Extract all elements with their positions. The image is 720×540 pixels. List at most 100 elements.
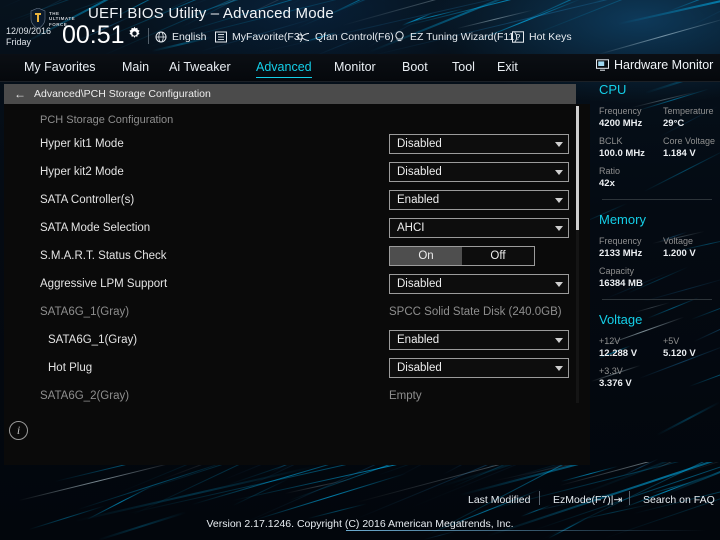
- settings-row: SATA6G_1(Gray) SPCC Solid State Disk (240…: [4, 298, 590, 326]
- system-clock: 00:51: [62, 21, 125, 49]
- hardware-monitor-field-key: Ratio: [599, 166, 621, 176]
- bios-screen: THE ULTIMATE FORCE UEFI BIOS Utility – A…: [0, 0, 720, 540]
- hardware-monitor-field-value: 1.184 V: [663, 148, 696, 159]
- settings-row-value: Empty: [389, 390, 422, 402]
- settings-row-label: SATA Controller(s): [40, 194, 135, 206]
- hardware-monitor-panel: Hardware Monitor CPU Frequency 4200 MHz Tem…: [592, 54, 720, 490]
- settings-row-label: SATA6G_1(Gray): [40, 306, 130, 318]
- hardware-monitor-field-key: Core Voltage: [663, 136, 716, 146]
- back-arrow-icon[interactable]: ←: [14, 88, 26, 100]
- language-label: English: [172, 31, 207, 43]
- settings-toggle-option[interactable]: On: [390, 247, 462, 265]
- section-title: PCH Storage Configuration: [40, 114, 174, 126]
- hardware-monitor-header: Hardware Monitor: [596, 58, 713, 72]
- settings-dropdown[interactable]: AHCI: [389, 218, 569, 238]
- exit-arrow-icon: |⇥: [610, 494, 623, 506]
- chevron-down-icon: [555, 337, 563, 343]
- help-pane: [4, 403, 590, 465]
- settings-dropdown[interactable]: Disabled: [389, 274, 569, 294]
- weekday-value: Friday: [6, 37, 32, 47]
- settings-row: S.M.A.R.T. Status Check On Off: [4, 242, 590, 270]
- hardware-monitor-field-value: 100.0 MHz: [599, 148, 645, 159]
- tab-monitor[interactable]: Monitor: [334, 60, 376, 75]
- hardware-monitor-divider: [602, 299, 712, 300]
- breadcrumb[interactable]: ← Advanced\PCH Storage Configuration: [4, 84, 576, 104]
- tab-advanced[interactable]: Advanced: [256, 60, 312, 78]
- settings-row-label: SATA6G_1(Gray): [48, 334, 138, 346]
- language-menu[interactable]: English: [155, 31, 206, 43]
- footer-accent-line: [346, 530, 706, 531]
- hardware-monitor-field-value: 4200 MHz: [599, 118, 643, 129]
- search-on-faq-button[interactable]: Search on FAQ: [643, 494, 715, 506]
- tab-tool[interactable]: Tool: [452, 60, 475, 75]
- last-modified-button[interactable]: Last Modified: [468, 494, 530, 506]
- settings-dropdown-value: Disabled: [397, 362, 442, 374]
- ezmode-button[interactable]: EzMode(F7)|⇥: [553, 494, 622, 506]
- tab-exit[interactable]: Exit: [497, 60, 518, 75]
- hardware-monitor-field-key: +12V: [599, 336, 621, 346]
- settings-toggle-option[interactable]: Off: [462, 247, 534, 265]
- myfavorite-label: MyFavorite(F3): [232, 31, 304, 43]
- content-scrollbar-thumb[interactable]: [576, 106, 579, 230]
- hardware-monitor-field-key: Capacity: [599, 266, 635, 276]
- chevron-down-icon: [555, 197, 563, 203]
- settings-row-label: Hot Plug: [48, 362, 93, 374]
- ez-tuning-wizard-label: EZ Tuning Wizard(F11): [410, 31, 518, 43]
- settings-toggle[interactable]: On Off: [389, 246, 535, 266]
- settings-dropdown[interactable]: Enabled: [389, 330, 569, 350]
- hot-keys-menu[interactable]: ? Hot Keys: [512, 31, 572, 43]
- page-title: UEFI BIOS Utility – Advanced Mode: [88, 5, 334, 22]
- star-list-icon: [215, 31, 227, 43]
- hardware-monitor-field-value: 16384 MB: [599, 278, 643, 289]
- hot-keys-label: Hot Keys: [529, 31, 572, 43]
- tab-main[interactable]: Main: [122, 60, 149, 75]
- hardware-monitor-field-value: 42x: [599, 178, 615, 189]
- qfan-control-menu[interactable]: Qfan Control(F6): [297, 31, 394, 43]
- settings-dropdown[interactable]: Disabled: [389, 162, 569, 182]
- settings-row: SATA6G_2(Gray) Empty: [4, 382, 590, 403]
- breadcrumb-path: Advanced\PCH Storage Configuration: [34, 88, 211, 100]
- tab-boot[interactable]: Boot: [402, 60, 428, 75]
- hardware-monitor-field-key: Temperature: [663, 106, 714, 116]
- tab-my-favorites[interactable]: My Favorites: [24, 60, 96, 75]
- settings-row-label: Aggressive LPM Support: [40, 278, 168, 290]
- settings-row: Hyper kit2 Mode Disabled: [4, 158, 590, 186]
- hardware-monitor-section-title: CPU: [599, 82, 627, 97]
- content-scrollbar[interactable]: [576, 106, 579, 404]
- question-key-icon: ?: [512, 31, 524, 43]
- hardware-monitor-divider: [602, 199, 712, 200]
- settings-row-label: S.M.A.R.T. Status Check: [40, 250, 167, 262]
- ez-tuning-wizard-menu[interactable]: EZ Tuning Wizard(F11): [394, 31, 518, 43]
- settings-row-label: SATA6G_2(Gray): [40, 390, 130, 402]
- bulb-icon: [395, 31, 404, 42]
- info-icon[interactable]: i: [9, 421, 28, 440]
- hardware-monitor-title: Hardware Monitor: [614, 58, 714, 72]
- settings-dropdown[interactable]: Disabled: [389, 134, 569, 154]
- settings-dropdown-value: Disabled: [397, 166, 442, 178]
- chevron-down-icon: [555, 225, 563, 231]
- myfavorite-menu[interactable]: MyFavorite(F3): [215, 31, 303, 43]
- hardware-monitor-field-key: Voltage: [663, 236, 694, 246]
- chevron-down-icon: [555, 141, 563, 147]
- system-date: 12/09/2016 Friday: [6, 26, 64, 48]
- globe-icon: [155, 31, 167, 43]
- hardware-monitor-field-key: Frequency: [599, 236, 642, 246]
- chevron-down-icon: [555, 169, 563, 175]
- hardware-monitor-field-value: 29°C: [663, 118, 685, 129]
- qfan-control-label: Qfan Control(F6): [315, 31, 394, 43]
- hardware-monitor-field-value: 3.376 V: [599, 378, 632, 389]
- hardware-monitor-section-title: Memory: [599, 212, 646, 227]
- hardware-monitor-field-value: 5.120 V: [663, 348, 696, 359]
- tab-ai-tweaker[interactable]: Ai Tweaker: [169, 60, 231, 75]
- settings-dropdown[interactable]: Enabled: [389, 190, 569, 210]
- footer-bar: Last Modified EzMode(F7)|⇥ Search on FAQ: [0, 490, 720, 540]
- hardware-monitor-section-title: Voltage: [599, 312, 643, 327]
- fan-icon: [297, 33, 310, 41]
- header-bar: THE ULTIMATE FORCE UEFI BIOS Utility – A…: [0, 0, 720, 56]
- settings-dropdown[interactable]: Disabled: [389, 358, 569, 378]
- gear-icon[interactable]: [127, 26, 142, 41]
- chevron-down-icon: [555, 281, 563, 287]
- footer-divider-2: [629, 491, 630, 505]
- hardware-monitor-field-key: Frequency: [599, 106, 642, 116]
- chevron-down-icon: [555, 365, 563, 371]
